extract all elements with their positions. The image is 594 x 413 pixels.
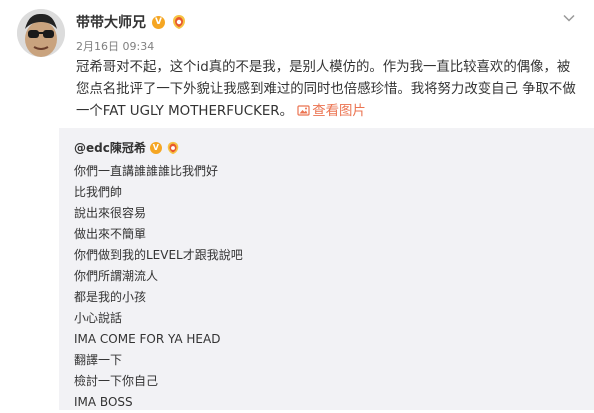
- view-image-link[interactable]: 查看图片: [297, 104, 366, 119]
- author-line: 带带大师兄 V: [76, 12, 187, 32]
- repost-line: 你們所謂潮流人: [74, 269, 159, 283]
- repost-line: 做出來不簡單: [74, 227, 147, 241]
- post-timestamp[interactable]: 2月16日 09:34: [76, 38, 154, 54]
- image-icon: [297, 105, 310, 116]
- repost-line: 你們做到我的LEVEL才跟我說吧: [74, 248, 243, 262]
- repost-line: 都是我的小孩: [74, 290, 147, 304]
- original-author-line: @edc陳冠希 V: [74, 139, 180, 156]
- weibo-level-badge-icon: [171, 14, 187, 30]
- avatar[interactable]: [17, 9, 65, 57]
- repost-line: 小心說話: [74, 311, 123, 325]
- weibo-post: 带带大师兄 V 2月16日 09:34 冠希哥对不起，这个id真的不是我，是别人…: [0, 0, 594, 410]
- repost-line: IMA COME FOR YA HEAD: [74, 332, 221, 346]
- repost-line: 比我們帥: [74, 185, 123, 199]
- chevron-down-icon[interactable]: [562, 10, 576, 24]
- repost-line: 檢討一下你自己: [74, 374, 159, 388]
- weibo-level-badge-icon: [166, 141, 180, 155]
- repost-text: 你們一直講誰誰誰比我們好 比我們帥 說出來很容易 做出來不簡單 你們做到我的LE…: [74, 161, 243, 413]
- repost-line: 翻譯一下: [74, 353, 123, 367]
- repost-line: 你們一直講誰誰誰比我們好: [74, 164, 219, 178]
- original-author-name[interactable]: @edc陳冠希: [74, 139, 146, 156]
- view-image-label: 查看图片: [312, 104, 366, 119]
- author-name[interactable]: 带带大师兄: [76, 12, 146, 32]
- post-text: 冠希哥对不起，这个id真的不是我，是别人模仿的。作为我一直比较喜欢的偶像，被您点…: [76, 57, 576, 123]
- verified-badge-icon: V: [149, 141, 162, 154]
- repost-box: @edc陳冠希 V 你們一直講誰誰誰比我們好 比我們帥 說出來很容易 做出來不簡…: [59, 128, 594, 410]
- verified-badge-icon: V: [152, 15, 165, 29]
- repost-line: 說出來很容易: [74, 206, 147, 220]
